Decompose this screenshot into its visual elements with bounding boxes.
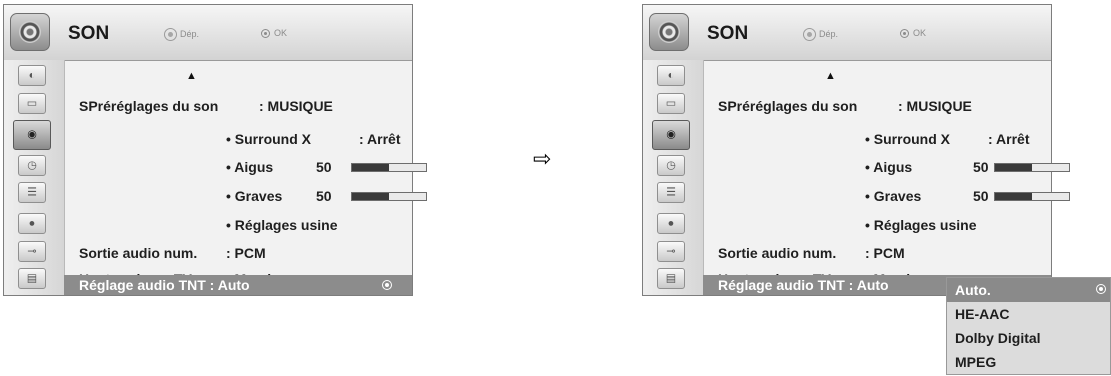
clapper-icon[interactable]: ▤ xyxy=(657,268,685,289)
padlock-icon[interactable]: ● xyxy=(657,213,685,234)
sound-preset-value: : MUSIQUE xyxy=(898,98,972,114)
category-sidebar: ◐ ▭ ◉ ◷ ☰ ● ⊸ ▤ xyxy=(4,60,65,295)
ok-icon xyxy=(1096,284,1106,294)
hint-ok: OK xyxy=(900,28,926,39)
hint-move: Dép. xyxy=(164,28,199,41)
treble-value: 50 xyxy=(316,159,332,175)
sound-menu-logo-icon xyxy=(649,13,689,51)
tv-screen-icon[interactable]: ▭ xyxy=(657,93,685,114)
clock-icon[interactable]: ◷ xyxy=(657,155,685,176)
sound-preset-label[interactable]: SPréréglages du son xyxy=(79,98,218,114)
surround-x-value: : Arrêt xyxy=(988,131,1030,147)
sound-menu-logo-icon xyxy=(10,13,50,51)
digital-audio-out-value: : PCM xyxy=(865,245,905,261)
digital-audio-out-label[interactable]: Sortie audio num. xyxy=(718,245,836,261)
surround-x-label[interactable]: • Surround X xyxy=(226,131,311,147)
surround-x-label[interactable]: • Surround X xyxy=(865,131,950,147)
ok-icon xyxy=(382,280,392,290)
digital-audio-out-value: : PCM xyxy=(226,245,266,261)
dropdown-option-dolby-digital[interactable]: Dolby Digital xyxy=(947,326,1110,350)
padlock-icon[interactable]: ● xyxy=(18,213,46,234)
menu-title: SON xyxy=(68,23,110,44)
scroll-up-arrow[interactable]: ▲ xyxy=(825,70,836,82)
menu-header: SON Dép. OK xyxy=(4,5,412,61)
tv-screen-icon[interactable]: ▭ xyxy=(18,93,46,114)
hint-move: Dép. xyxy=(803,28,838,41)
dropdown-option-mpeg[interactable]: MPEG xyxy=(947,350,1110,374)
bass-label[interactable]: • Graves xyxy=(865,188,921,204)
plug-icon[interactable]: ⊸ xyxy=(18,241,46,262)
speaker-icon[interactable]: ◉ xyxy=(652,120,690,150)
bass-slider[interactable] xyxy=(994,192,1070,201)
sound-preset-label[interactable]: SPréréglages du son xyxy=(718,98,857,114)
sound-menu-panel-right: SON Dép. OK ◐ ▭ ◉ ◷ ☰ ● ⊸ ▤ ▲ SPréréglag… xyxy=(642,4,1070,296)
dpad-icon xyxy=(803,28,816,41)
speaker-icon[interactable]: ◉ xyxy=(13,120,51,150)
treble-slider[interactable] xyxy=(351,163,427,172)
clock-icon[interactable]: ◷ xyxy=(18,155,46,176)
dtv-audio-setting-row-selected[interactable]: Réglage audio TNT : Auto xyxy=(64,275,412,295)
dtv-audio-setting-label: Réglage audio TNT : Auto xyxy=(718,277,889,293)
factory-reset-item[interactable]: • Réglages usine xyxy=(226,217,338,233)
bass-label[interactable]: • Graves xyxy=(226,188,282,204)
sound-preset-value: : MUSIQUE xyxy=(259,98,333,114)
treble-label[interactable]: • Aigus xyxy=(226,159,273,175)
factory-reset-item[interactable]: • Réglages usine xyxy=(865,217,977,233)
plug-icon[interactable]: ⊸ xyxy=(657,241,685,262)
category-sidebar: ◐ ▭ ◉ ◷ ☰ ● ⊸ ▤ xyxy=(643,60,704,295)
bass-slider[interactable] xyxy=(351,192,427,201)
dtv-audio-dropdown: Auto. HE-AAC Dolby Digital MPEG xyxy=(946,277,1111,375)
menu-header: SON Dép. OK xyxy=(643,5,1051,61)
scroll-up-arrow[interactable]: ▲ xyxy=(186,70,197,82)
lock-list-icon[interactable]: ☰ xyxy=(18,182,46,203)
clapper-icon[interactable]: ▤ xyxy=(18,268,46,289)
treble-label[interactable]: • Aigus xyxy=(865,159,912,175)
lock-list-icon[interactable]: ☰ xyxy=(657,182,685,203)
treble-slider[interactable] xyxy=(994,163,1070,172)
menu-title: SON xyxy=(707,23,749,44)
dpad-icon xyxy=(164,28,177,41)
dropdown-option-he-aac[interactable]: HE-AAC xyxy=(947,302,1110,326)
ok-icon xyxy=(261,29,270,39)
satellite-dish-icon[interactable]: ◐ xyxy=(657,65,685,86)
transition-arrow-icon: ⇨ xyxy=(533,146,552,171)
treble-value: 50 xyxy=(973,159,989,175)
hint-ok: OK xyxy=(261,28,287,39)
digital-audio-out-label[interactable]: Sortie audio num. xyxy=(79,245,197,261)
bass-value: 50 xyxy=(316,188,332,204)
sound-menu-panel-left: SON Dép. OK ◐ ▭ ◉ ◷ ☰ ● ⊸ ▤ ▲ SPréréglag… xyxy=(3,4,427,296)
bass-value: 50 xyxy=(973,188,989,204)
ok-icon xyxy=(900,29,909,39)
dtv-audio-setting-label: Réglage audio TNT : Auto xyxy=(79,277,250,293)
satellite-dish-icon[interactable]: ◐ xyxy=(18,65,46,86)
dropdown-option-auto[interactable]: Auto. xyxy=(947,278,1110,302)
surround-x-value: : Arrêt xyxy=(359,131,401,147)
